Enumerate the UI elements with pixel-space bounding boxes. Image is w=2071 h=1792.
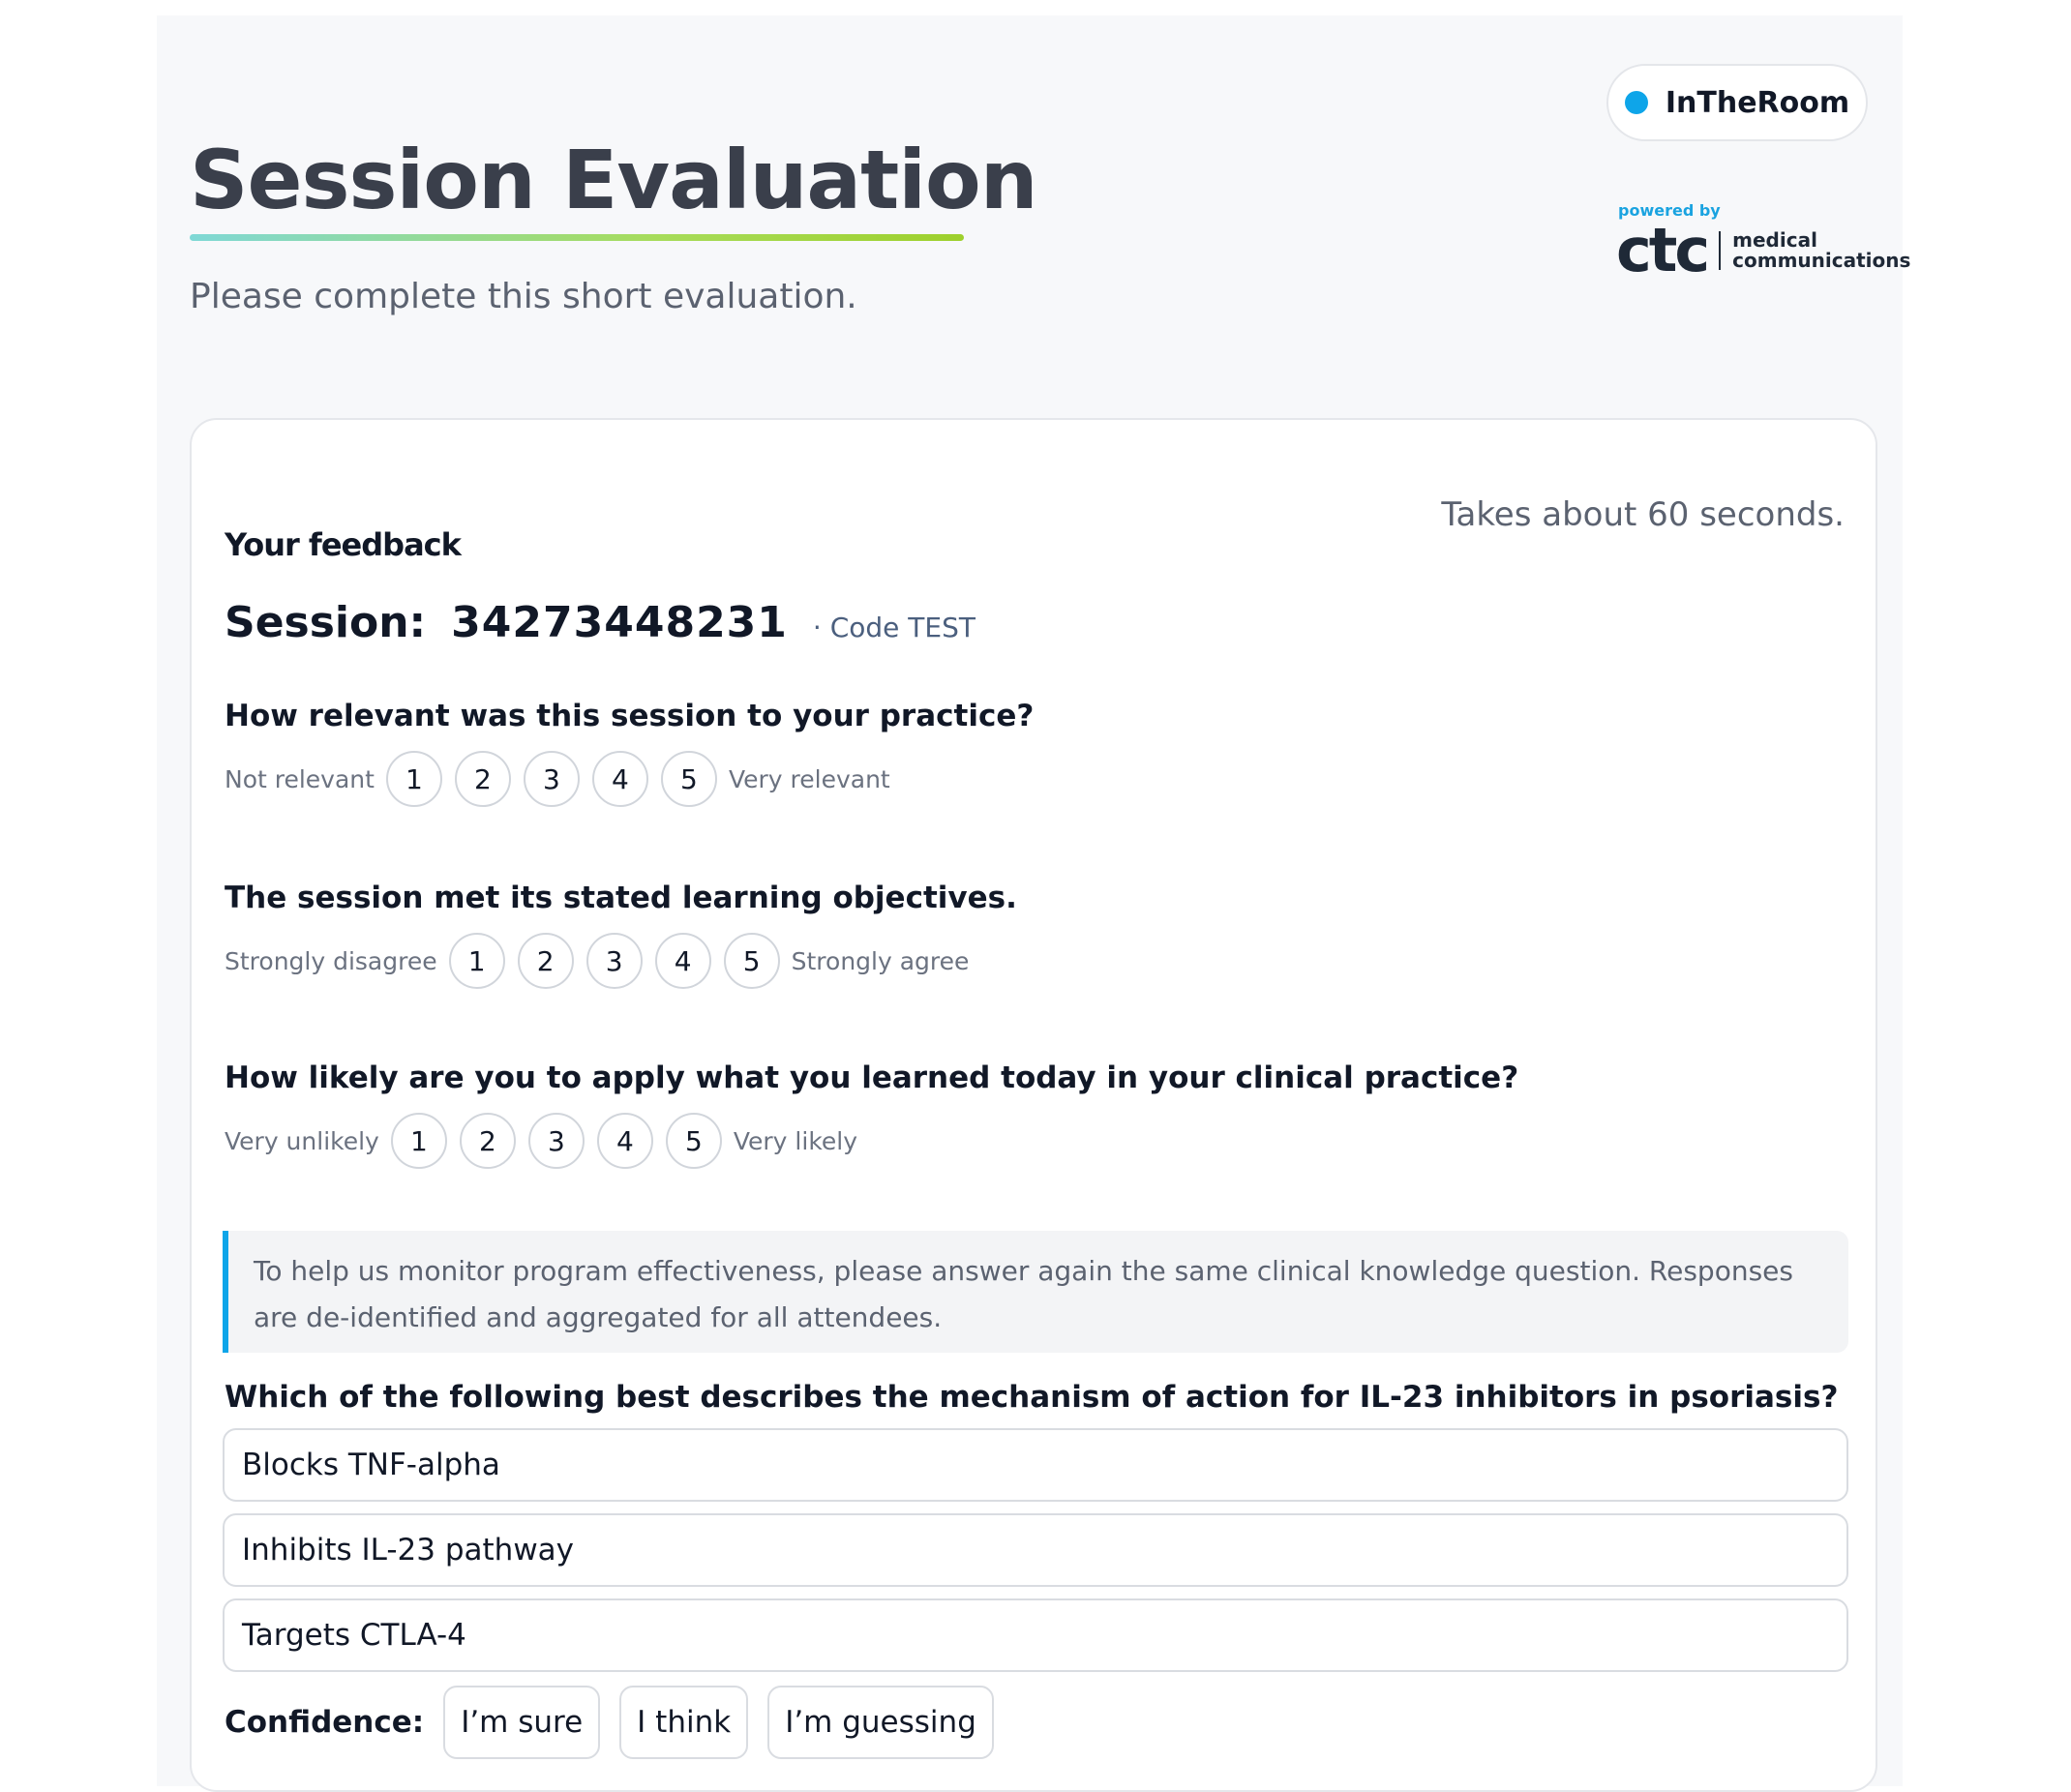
scale-high-label: Very likely [733,1126,858,1155]
rating-option-5[interactable]: 5 [665,1113,722,1169]
page-title: Session Evaluation [190,133,1038,227]
question-objectives: The session met its stated learning obje… [225,881,1017,915]
answer-option-1[interactable]: Blocks TNF-alpha [223,1428,1848,1502]
rating-option-1[interactable]: 1 [385,751,442,807]
info-notice: To help us monitor program effectiveness… [223,1231,1848,1353]
rating-scale-relevance: Not relevant 1 2 3 4 5 Very relevant [225,751,890,807]
brand-badge: InTheRoom [1606,64,1868,141]
rating-option-4[interactable]: 4 [654,933,711,989]
confidence-guessing-button[interactable]: I’m guessing [767,1686,994,1759]
rating-option-1[interactable]: 1 [448,933,505,989]
evaluation-card: Takes about 60 seconds. Your feedback Se… [190,418,1877,1792]
ctc-logo: ctc medical communications [1616,221,1910,281]
rating-option-1[interactable]: 1 [390,1113,447,1169]
rating-option-2[interactable]: 2 [454,751,511,807]
session-info: Session: 34273448231 · Code TEST [225,598,975,647]
rating-option-2[interactable]: 2 [459,1113,516,1169]
scale-low-label: Very unlikely [225,1126,379,1155]
confidence-selector: Confidence: I’m sure I think I’m guessin… [225,1686,1013,1759]
confidence-think-button[interactable]: I think [619,1686,749,1759]
title-underline [190,234,964,241]
scale-low-label: Strongly disagree [225,946,437,975]
rating-option-3[interactable]: 3 [527,1113,585,1169]
page: Session Evaluation Please complete this … [157,15,1910,1792]
session-number: 34273448231 [451,598,788,647]
session-label: Session: [225,598,427,647]
feedback-heading: Your feedback [225,526,462,563]
rating-scale-apply-likelihood: Very unlikely 1 2 3 4 5 Very likely [225,1113,857,1169]
answer-option-3[interactable]: Targets CTLA-4 [223,1598,1848,1672]
scale-high-label: Strongly agree [791,946,970,975]
confidence-sure-button[interactable]: I’m sure [443,1686,601,1759]
logo-divider [1719,231,1722,270]
duration-note: Takes about 60 seconds. [1441,495,1845,534]
knowledge-question: Which of the following best describes th… [225,1380,1839,1415]
question-relevance: How relevant was this session to your pr… [225,699,1035,733]
status-dot-icon [1624,91,1648,114]
rating-option-5[interactable]: 5 [723,933,780,989]
rating-option-3[interactable]: 3 [585,933,643,989]
rating-scale-objectives: Strongly disagree 1 2 3 4 5 Strongly agr… [225,933,969,989]
ctc-logo-word: ctc [1616,215,1710,285]
question-apply-likelihood: How likely are you to apply what you lea… [225,1060,1519,1095]
page-subtitle: Please complete this short evaluation. [190,277,857,316]
session-code: · Code TEST [812,612,975,643]
rating-option-4[interactable]: 4 [596,1113,653,1169]
scale-high-label: Very relevant [728,764,890,793]
ctc-logo-line2: communications [1732,249,1911,272]
rating-option-5[interactable]: 5 [660,751,717,807]
confidence-label: Confidence: [225,1705,425,1740]
brand-name: InTheRoom [1665,85,1850,120]
scale-low-label: Not relevant [225,764,375,793]
rating-option-4[interactable]: 4 [591,751,648,807]
rating-option-2[interactable]: 2 [517,933,574,989]
rating-option-3[interactable]: 3 [523,751,580,807]
ctc-logo-subtitle: medical communications [1732,230,1910,271]
answer-option-2[interactable]: Inhibits IL-23 pathway [223,1513,1848,1587]
